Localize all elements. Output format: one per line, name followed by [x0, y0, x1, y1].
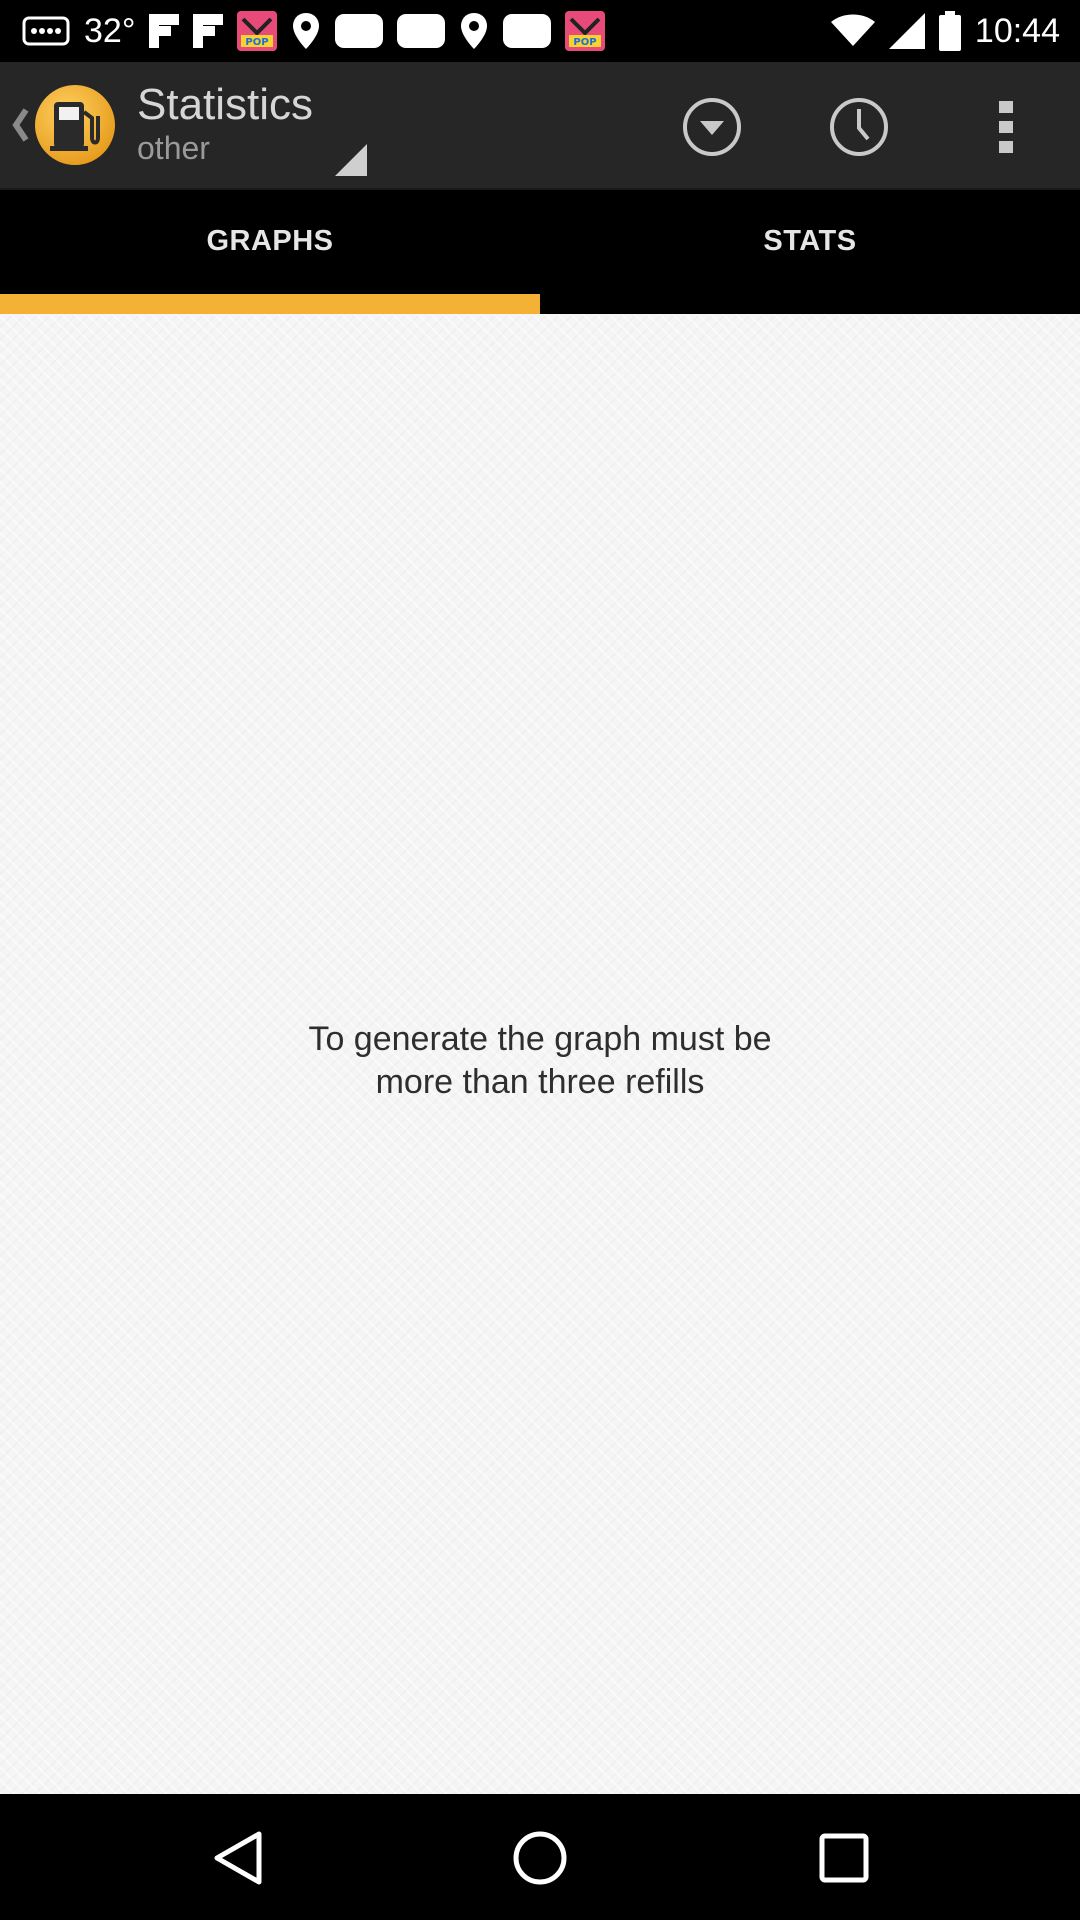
- graph-content-area: To generate the graph must be more than …: [0, 314, 1080, 1794]
- nav-home-button[interactable]: [504, 1822, 576, 1894]
- overflow-menu-button[interactable]: [963, 84, 1049, 170]
- action-bar: Statistics other: [0, 62, 1080, 190]
- vehicle-subtitle: other: [137, 130, 210, 166]
- status-bar-right: 10:44: [830, 0, 1060, 62]
- message-icon: [335, 8, 384, 54]
- spinner-triangle-icon: [335, 144, 367, 176]
- svg-text:POP: POP: [246, 37, 269, 48]
- message-icon: [503, 8, 552, 54]
- filter-dropdown-button[interactable]: [669, 84, 755, 170]
- fuel-pump-icon: [35, 85, 115, 165]
- wifi-icon: [830, 8, 875, 54]
- page-title: Statistics: [137, 80, 314, 129]
- tab-bar: GRAPHS STATS: [0, 190, 1080, 314]
- pop-app-icon: POP: [237, 8, 278, 54]
- statistics-spinner[interactable]: Statistics other: [137, 80, 367, 180]
- dropdown-circle-icon: [683, 98, 741, 156]
- home-icon: [513, 1831, 567, 1885]
- system-navigation-bar: [0, 1794, 1080, 1920]
- status-bar-left: 32° POP POP: [22, 0, 606, 62]
- clock-text: 10:44: [974, 12, 1060, 50]
- status-bar: 32° POP POP 10:44: [0, 0, 1080, 62]
- history-button[interactable]: [816, 84, 902, 170]
- tab-stats[interactable]: STATS: [540, 190, 1080, 314]
- tab-graphs-label: GRAPHS: [206, 224, 334, 257]
- flipboard-icon: [149, 8, 180, 54]
- signal-icon: [888, 8, 925, 54]
- clock-icon: [830, 98, 888, 156]
- pop-app-icon: POP: [565, 8, 606, 54]
- svg-text:POP: POP: [574, 37, 597, 48]
- back-icon: [214, 1831, 262, 1885]
- temperature-text: 32°: [84, 12, 136, 50]
- bbm-icon: [22, 8, 70, 54]
- screen: 32° POP POP 10:44 Statistics other GRAPH…: [0, 0, 1080, 1920]
- location-pin-icon: [291, 8, 321, 54]
- battery-icon: [938, 8, 961, 54]
- message-icon: [397, 8, 446, 54]
- nav-recents-button[interactable]: [808, 1822, 880, 1894]
- selected-tab-indicator: [0, 294, 540, 314]
- tab-stats-label: STATS: [763, 224, 857, 257]
- location-pin-icon: [459, 8, 489, 54]
- flipboard-icon: [193, 8, 224, 54]
- up-navigation-button[interactable]: [8, 82, 126, 168]
- tab-graphs[interactable]: GRAPHS: [0, 190, 540, 314]
- recents-icon: [819, 1833, 869, 1883]
- nav-back-button[interactable]: [203, 1822, 275, 1894]
- empty-state-message: To generate the graph must be more than …: [308, 1020, 772, 1101]
- overflow-menu-icon: [999, 101, 1013, 153]
